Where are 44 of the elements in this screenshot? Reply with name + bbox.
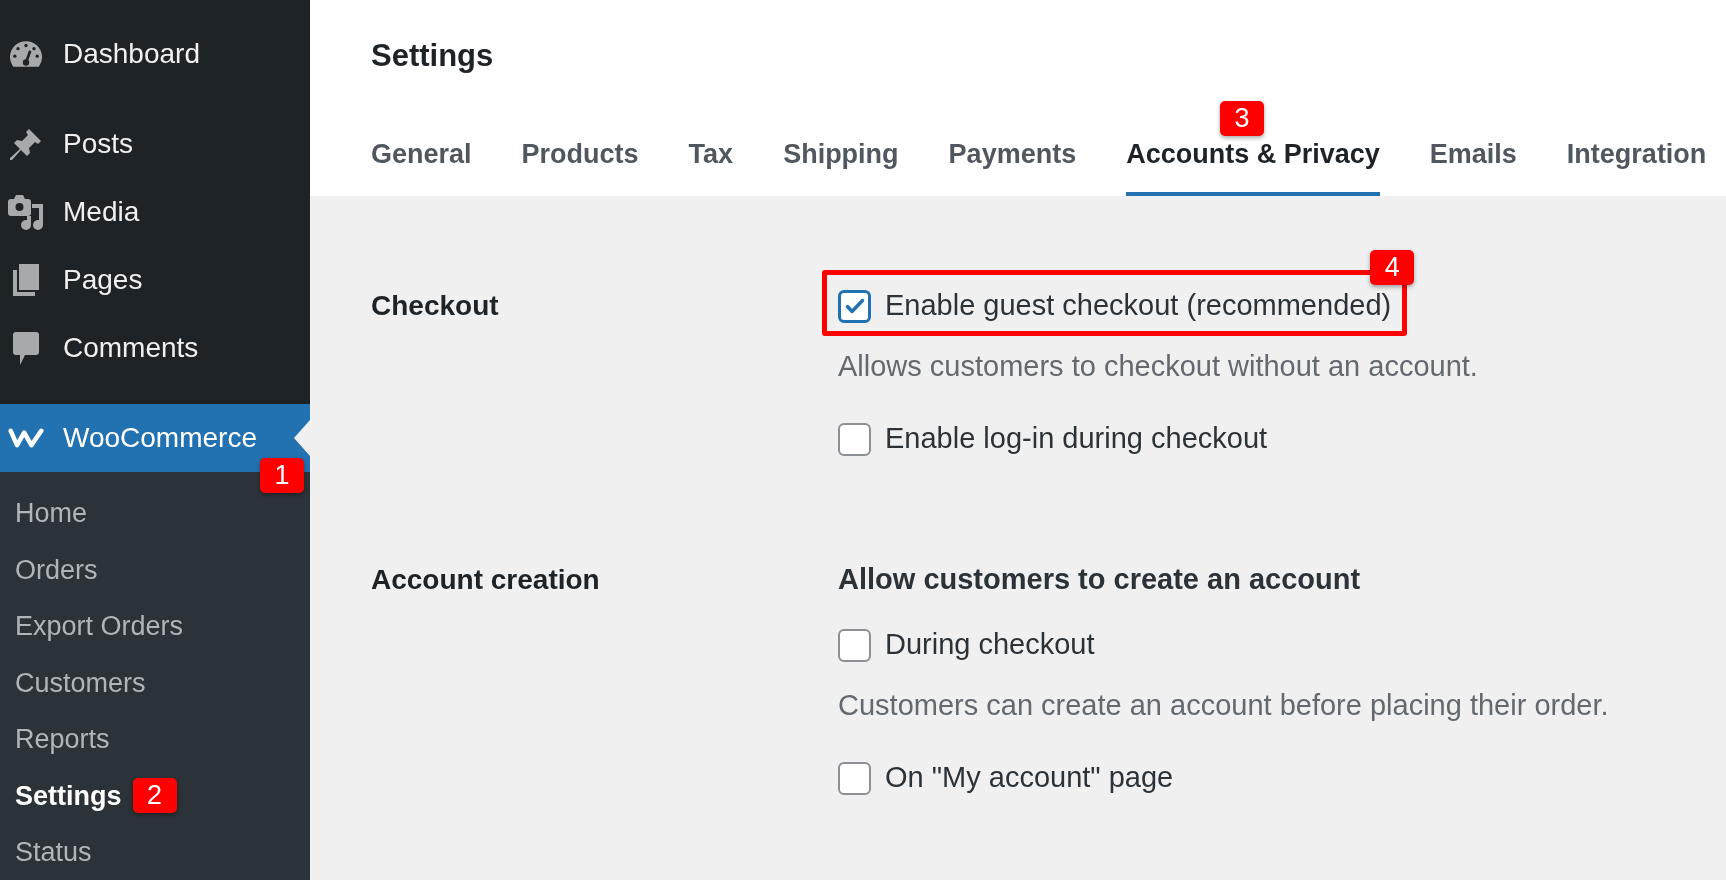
logo-icon — [8, 427, 44, 449]
checkbox-label: Enable log-in during checkout — [885, 421, 1268, 457]
callout-badge: 2 — [132, 778, 177, 814]
sidebar-menu-item[interactable]: Pages — [0, 246, 310, 314]
pages-icon — [13, 264, 39, 296]
option-heading: Allow customers to create an account — [838, 562, 1361, 598]
gauge-icon — [10, 41, 42, 67]
submenu-item[interactable]: Reports — [15, 719, 110, 760]
checkbox-label: Enable guest checkout (recommended) — [885, 288, 1392, 324]
tab[interactable]: Tax — [688, 112, 734, 196]
help-text: Allows customers to checkout without an account. — [838, 349, 1478, 385]
tab[interactable]: Products — [521, 112, 639, 196]
submenu-item[interactable]: Home — [15, 493, 88, 534]
tab[interactable]: General — [371, 112, 472, 196]
checkbox-label: During checkout — [885, 627, 1095, 663]
checkbox[interactable] — [838, 628, 871, 662]
checkbox[interactable] — [838, 761, 871, 795]
sidebar-menu-item[interactable]: Media — [0, 178, 310, 246]
pushpin-icon — [9, 127, 43, 161]
page-title: Settings — [371, 36, 494, 75]
camera-music-icon — [8, 194, 44, 230]
tab[interactable]: Emails — [1429, 112, 1517, 196]
tab[interactable]: Payments — [948, 112, 1077, 196]
sidebar-menu-item[interactable]: Dashboard — [0, 20, 310, 88]
callout-badge: 4 — [1370, 250, 1415, 285]
callout-badge: 3 — [1220, 101, 1264, 136]
speech-bubble-icon — [13, 331, 39, 365]
checkbox[interactable] — [838, 289, 871, 323]
submenu-item[interactable]: Orders — [15, 549, 98, 590]
checkbox-label: On "My account" page — [885, 760, 1174, 796]
section-label: Account creation — [371, 563, 600, 597]
tab[interactable]: Integration — [1566, 112, 1707, 196]
sidebar-menu-item[interactable]: Comments — [0, 314, 310, 382]
help-text: Customers can create an account before placing their order. — [838, 688, 1609, 724]
submenu-item[interactable]: Status — [15, 832, 92, 873]
sidebar-menu-item[interactable]: Posts — [0, 110, 310, 178]
tab[interactable]: Shipping — [783, 112, 899, 196]
submenu-item[interactable]: Customers — [15, 662, 146, 703]
checkbox[interactable] — [838, 422, 871, 456]
submenu-item[interactable]: Settings — [15, 775, 122, 816]
section-label: Checkout — [371, 289, 499, 323]
submenu-item[interactable]: Export Orders — [15, 606, 184, 647]
callout-badge: 1 — [260, 458, 304, 493]
check-icon — [844, 297, 865, 315]
